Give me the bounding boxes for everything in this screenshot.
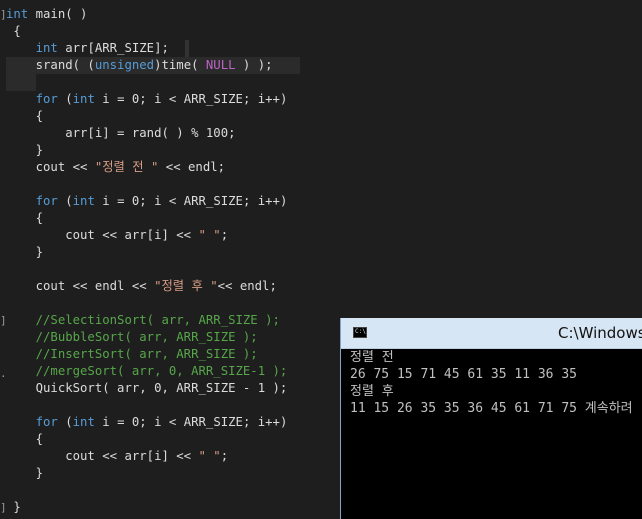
code-token: { [6,432,44,446]
code-token: i = 0; i < ARR_SIZE; i++) [94,92,288,106]
selection-highlight-tail [6,74,36,91]
code-line[interactable]: { [6,210,43,227]
code-token: QuickSort( arr, 0, ARR_SIZE - 1 ); [6,381,288,395]
console-line: 정렬 전 [350,350,394,365]
code-token: ( [57,415,73,429]
code-token: { [6,211,44,225]
code-line[interactable]: } [6,244,43,261]
code-token: i = 0; i < ARR_SIZE; i++) [94,415,288,429]
code-token: { [6,24,21,38]
console-title: C:\Windows [558,324,642,342]
code-line[interactable]: //mergeSort( arr, 0, ARR_SIZE-1 ); [6,363,288,380]
code-line[interactable]: //BubbleSort( arr, ARR_SIZE ); [6,329,258,346]
code-line[interactable]: } [6,142,43,159]
code-token: for [35,415,58,429]
terminal-icon: C:\ [353,327,367,338]
code-token: int [35,41,58,55]
code-line[interactable]: cout << arr[i] << " "; [6,227,228,244]
code-token: { [6,109,44,123]
code-line[interactable]: cout << "정렬 전 " << endl; [6,159,225,176]
code-token: ; [220,449,229,463]
code-line[interactable]: for (int i = 0; i < ARR_SIZE; i++) [6,193,288,210]
code-token: } [6,143,44,157]
code-line[interactable]: { [6,108,43,125]
code-line[interactable]: srand( (unsigned)time( NULL ) ); [6,57,273,74]
code-line[interactable]: int main( ) [6,6,87,23]
code-line[interactable]: QuickSort( arr, 0, ARR_SIZE - 1 ); [6,380,288,397]
code-token: " " [198,228,221,242]
code-line[interactable]: { [6,23,21,40]
console-title-bar[interactable]: C:\ C:\Windows [341,318,642,349]
code-token: //InsertSort( arr, ARR_SIZE ); [6,347,258,361]
code-token: ( [57,92,73,106]
fold-marker-sort[interactable]: ] [0,312,7,329]
code-token: int [72,415,95,429]
code-token: arr[i] = rand( ) % 100; [6,126,236,140]
code-token: } [6,245,44,259]
code-token: int [72,194,95,208]
code-token: arr[ARR_SIZE]; [57,41,169,55]
terminal-icon-label: C:\ [355,328,366,335]
code-token: int [72,92,95,106]
console-output[interactable]: 정렬 전 26 75 15 71 45 61 35 11 36 35 정렬 후 … [341,349,642,519]
code-token: //SelectionSort( arr, ARR_SIZE ); [6,313,280,327]
code-line[interactable]: { [6,431,43,448]
console-line: 11 15 26 35 35 36 45 61 71 75 계속하려 [350,401,633,416]
code-line[interactable]: cout << endl << "정렬 후 "<< endl; [6,278,277,295]
code-token: ) ); [235,58,273,72]
fold-marker-end[interactable]: ] [0,499,7,516]
code-token: //mergeSort( arr, 0, ARR_SIZE-1 ); [6,364,288,378]
console-window[interactable]: C:\ C:\Windows 정렬 전 26 75 15 71 45 61 35… [340,318,642,519]
code-token: "정렬 전 " [94,160,159,174]
code-token: srand( ( [6,58,95,72]
code-token: ; [220,228,229,242]
code-token: //BubbleSort( arr, ARR_SIZE ); [6,330,258,344]
code-token: "정렬 후 " [154,279,218,293]
code-token: cout << endl << [6,279,155,293]
code-token: cout << arr[i] << [6,228,199,242]
code-line[interactable]: for (int i = 0; i < ARR_SIZE; i++) [6,91,288,108]
code-token: " " [198,449,221,463]
fold-marker-dot: · [0,370,7,383]
code-line[interactable]: //SelectionSort( arr, ARR_SIZE ); [6,312,280,329]
code-token: cout << arr[i] << [6,449,199,463]
code-token: << endl; [217,279,277,293]
code-token: int [6,7,29,21]
console-line: 정렬 후 [350,384,394,399]
console-line: 26 75 15 71 45 61 35 11 36 35 [350,367,577,382]
code-token: << endl; [158,160,226,174]
code-token: } [6,500,21,514]
code-token: )time( [154,58,206,72]
code-line[interactable]: arr[i] = rand( ) % 100; [6,125,236,142]
code-token: ( [57,194,73,208]
code-token: NULL [205,58,236,72]
code-line[interactable]: } [6,465,43,482]
code-token: unsigned [94,58,155,72]
code-token: for [35,194,58,208]
code-token: cout << [6,160,95,174]
fold-marker-main[interactable]: ] [0,6,7,23]
code-token: i = 0; i < ARR_SIZE; i++) [94,194,288,208]
code-line[interactable]: for (int i = 0; i < ARR_SIZE; i++) [6,414,288,431]
code-line[interactable]: } [6,499,21,516]
current-line-highlight [185,40,189,57]
code-line[interactable]: int arr[ARR_SIZE]; [6,40,169,57]
code-token: for [35,92,58,106]
code-token: main( ) [28,7,88,21]
code-token: } [6,466,44,480]
code-line[interactable]: //InsertSort( arr, ARR_SIZE ); [6,346,258,363]
code-line[interactable]: cout << arr[i] << " "; [6,448,228,465]
